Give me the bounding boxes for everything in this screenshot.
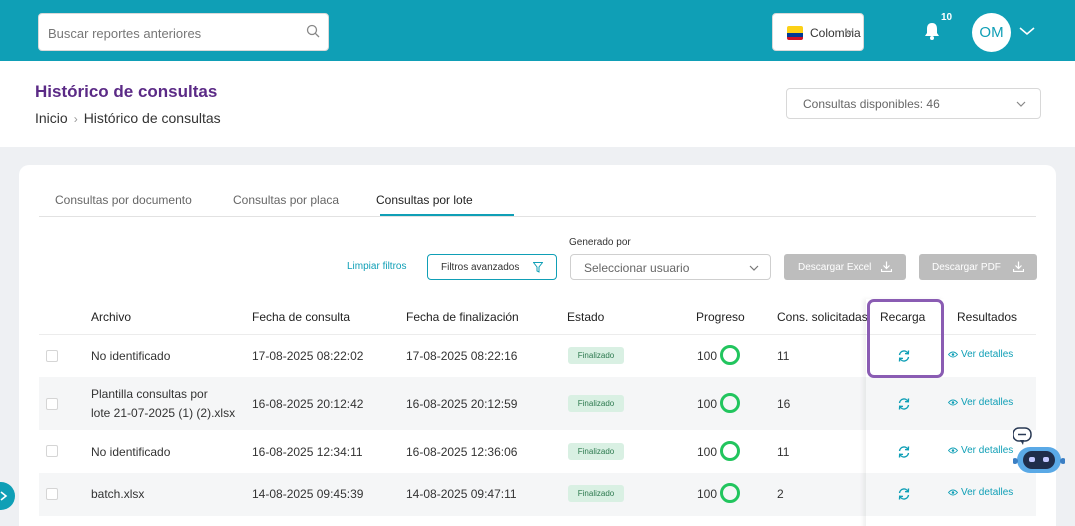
row-checkbox[interactable] [46,488,58,500]
top-bar: Colombia 10 OM [0,0,1075,61]
quota-label: Consultas disponibles: 46 [803,97,940,111]
chevron-down-icon [844,29,854,35]
user-select[interactable]: Seleccionar usuario [570,254,771,280]
status-badge: Finalizado [568,395,624,412]
tab-placa[interactable]: Consultas por placa [233,193,339,207]
progress-ring-icon [720,393,740,413]
end-date: 16-08-2025 20:12:59 [406,397,518,411]
requested-count: 16 [777,397,791,411]
column-header-fecha-finalizacion: Fecha de finalización [406,310,519,324]
file-name: No identificado [91,445,171,459]
view-details-label: Ver detalles [961,397,1014,408]
eye-icon [948,447,958,454]
status-badge: Finalizado [568,485,624,502]
view-details-link[interactable]: Ver detalles [948,487,1013,498]
user-select-placeholder: Seleccionar usuario [584,261,690,275]
tab-documento[interactable]: Consultas por documento [55,193,192,207]
progress-ring-icon [720,441,740,461]
tab-bar: Consultas por documento Consultas por pl… [39,186,1036,217]
quota-dropdown[interactable]: Consultas disponibles: 46 [786,88,1041,119]
view-details-link[interactable]: Ver detalles [948,445,1013,456]
eye-icon [948,399,958,406]
view-details-label: Ver detalles [961,445,1014,456]
advanced-filters-label: Filtros avanzados [441,262,520,273]
colombia-flag-icon [787,26,803,40]
avatar[interactable]: OM [972,13,1011,52]
file-name-line2: lote 21-07-2025 (1) (2).xlsx [91,406,236,420]
download-icon [1013,261,1024,272]
column-header-progreso: Progreso [696,310,745,324]
column-header-fecha-consulta: Fecha de consulta [252,310,351,324]
page-title: Histórico de consultas [35,82,218,101]
row-checkbox[interactable] [46,350,58,362]
file-name: No identificado [91,349,171,363]
view-details-label: Ver detalles [961,349,1014,360]
query-date: 17-08-2025 08:22:02 [252,349,364,363]
column-header-resultados: Resultados [957,310,1018,324]
sidebar-toggle[interactable] [0,482,15,510]
chevron-down-icon [749,265,759,271]
requested-count: 11 [777,445,790,459]
progress-ring-icon [720,483,740,503]
query-date: 16-08-2025 20:12:42 [252,397,364,411]
file-name: batch.xlsx [91,487,145,501]
view-details-label: Ver detalles [961,487,1014,498]
bell-icon[interactable] [922,21,942,41]
chatbot-icon[interactable] [1013,425,1065,480]
row-checkbox[interactable] [46,445,58,457]
end-date: 16-08-2025 12:36:06 [406,445,518,459]
view-details-link[interactable]: Ver detalles [948,397,1013,408]
eye-icon [948,351,958,358]
requested-count: 11 [777,349,790,363]
recarga-highlight [867,299,944,378]
filter-icon [533,262,543,273]
download-excel-button[interactable]: Descargar Excel [784,254,906,280]
chevron-down-icon [1016,101,1026,107]
search-input[interactable] [48,23,298,43]
status-badge: Finalizado [568,443,624,460]
progress-ring-icon [720,345,740,365]
column-header-archivo: Archivo [91,310,132,324]
search-icon[interactable] [306,24,320,38]
progress-value: 100 [697,487,718,501]
progress-value: 100 [697,349,718,363]
progress-value: 100 [697,397,718,411]
download-excel-label: Descargar Excel [798,262,872,273]
download-icon [881,261,892,272]
breadcrumb-home[interactable]: Inicio [35,110,68,126]
notification-count: 10 [941,12,953,23]
column-header-estado: Estado [567,310,605,324]
clear-filters-link[interactable]: Limpiar filtros [347,261,406,272]
end-date: 14-08-2025 09:47:11 [406,487,517,501]
user-menu-chevron-icon[interactable] [1019,26,1035,36]
page-header: Histórico de consultas Inicio › Histórico … [0,61,1075,147]
chevron-right-icon [0,491,8,501]
search-box[interactable] [38,13,329,51]
query-date: 14-08-2025 09:45:39 [252,487,364,501]
breadcrumb: Inicio › Histórico de consultas [35,110,221,126]
requested-count: 2 [777,487,784,501]
progress-value: 100 [697,445,718,459]
tab-lote[interactable]: Consultas por lote [376,193,473,207]
query-date: 16-08-2025 12:34:11 [252,445,363,459]
status-badge: Finalizado [568,347,624,364]
view-details-link[interactable]: Ver detalles [948,349,1013,360]
column-header-cons-solicitadas: Cons. solicitadas [777,310,867,324]
active-tab-indicator [380,214,514,216]
row-checkbox[interactable] [46,398,58,410]
generated-by-label: Generado por [569,237,631,248]
end-date: 17-08-2025 08:22:16 [406,349,518,363]
download-pdf-button[interactable]: Descargar PDF [919,254,1037,280]
download-pdf-label: Descargar PDF [932,262,1001,273]
breadcrumb-separator-icon: › [73,112,78,126]
file-name: Plantilla consultas por [91,387,208,401]
eye-icon [948,489,958,496]
country-selector[interactable]: Colombia [772,13,864,51]
advanced-filters-button[interactable]: Filtros avanzados [427,254,557,280]
breadcrumb-current: Histórico de consultas [83,110,221,126]
